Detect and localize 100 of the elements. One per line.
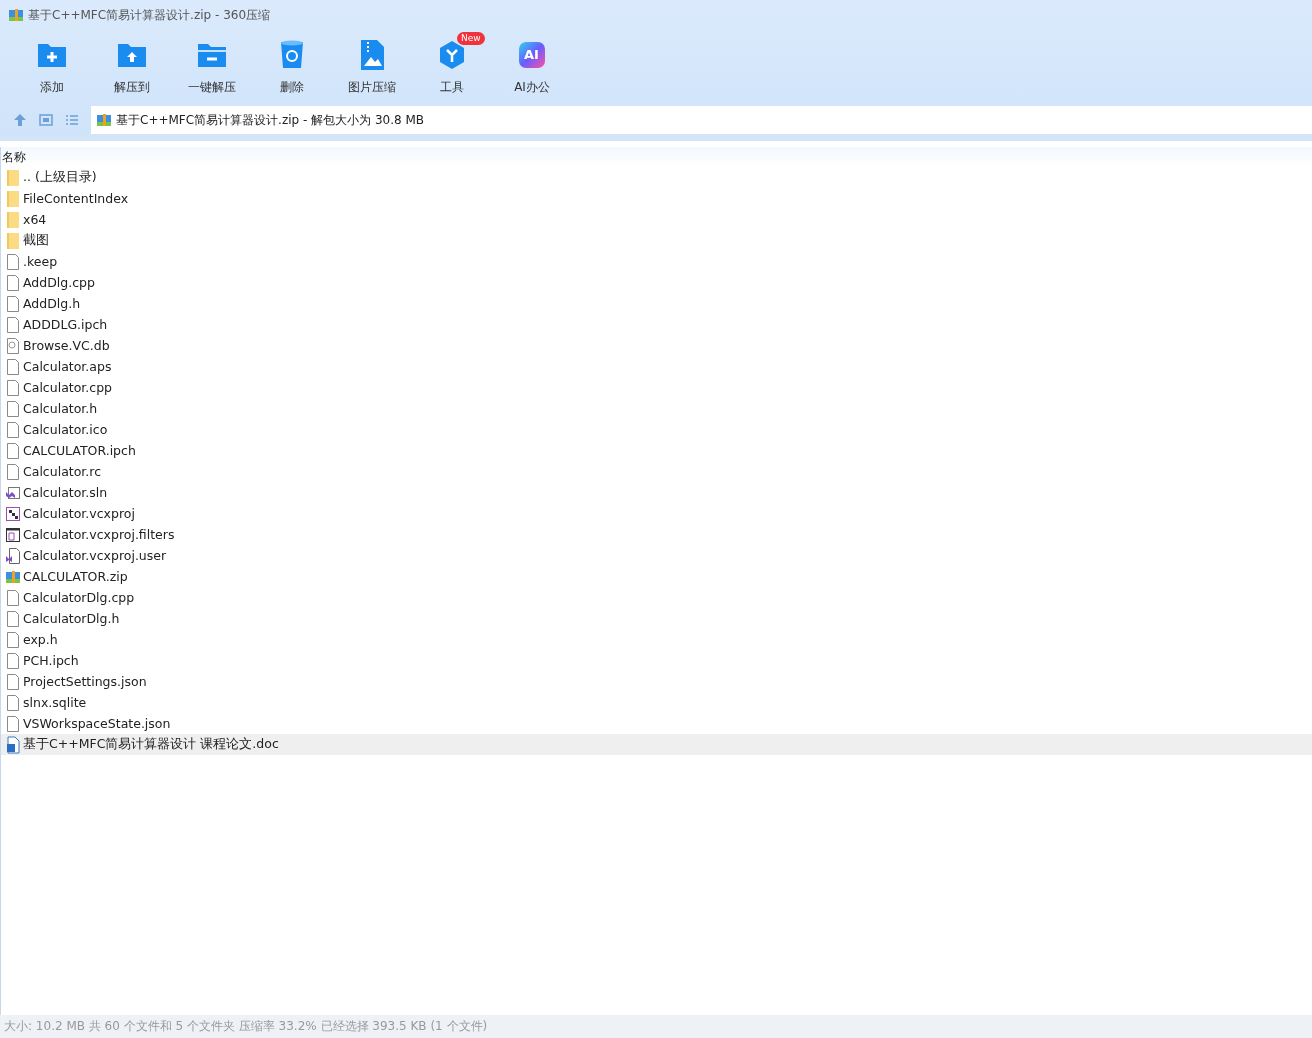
list-view-icon[interactable] — [65, 113, 79, 127]
file-name: Calculator.h — [23, 401, 98, 416]
file-row[interactable]: Calculator.aps — [1, 356, 1312, 377]
file-icon — [5, 399, 21, 418]
file-name: Calculator.ico — [23, 422, 108, 437]
window-title: 基于C++MFC简易计算器设计.zip - 360压缩 — [28, 6, 271, 24]
file-name: Calculator.vcxproj.user — [23, 548, 167, 563]
ai-app-icon — [516, 39, 548, 71]
file-name: CalculatorDlg.cpp — [23, 590, 135, 605]
up-arrow-icon[interactable] — [13, 113, 27, 127]
file-name: Calculator.aps — [23, 359, 112, 374]
file-name: Calculator.vcxproj.filters — [23, 527, 175, 542]
toolbar-button[interactable]: AI AI办公 — [492, 30, 572, 105]
file-row[interactable]: AddDlg.cpp — [1, 272, 1312, 293]
file-name: CALCULATOR.ipch — [23, 443, 136, 458]
file-icon — [5, 672, 21, 691]
file-row[interactable]: VSWorkspaceState.json — [1, 713, 1312, 734]
file-icon — [5, 378, 21, 397]
file-name: slnx.sqlite — [23, 695, 87, 710]
address-field[interactable]: 基于C++MFC简易计算器设计.zip - 解包大小为 30.8 MB — [91, 106, 1312, 134]
toolbar-button[interactable]: New 工具 — [412, 30, 492, 105]
icon-letters: AI — [524, 47, 539, 63]
file-row[interactable]: Calculator.rc — [1, 461, 1312, 482]
file-row[interactable]: 截图 — [1, 230, 1312, 251]
file-row[interactable]: Calculator.ico — [1, 419, 1312, 440]
file-row[interactable]: ADDDLG.ipch — [1, 314, 1312, 335]
file-row[interactable]: exp.h — [1, 629, 1312, 650]
file-icon — [5, 441, 21, 460]
file-row[interactable]: .keep — [1, 251, 1312, 272]
file-name: Calculator.cpp — [23, 380, 113, 395]
archive-icon — [8, 7, 24, 23]
file-name: x64 — [23, 212, 47, 227]
folder-icon — [5, 189, 21, 208]
file-name: 基于C++MFC简易计算器设计 课程论文.doc — [23, 736, 279, 753]
file-name: Browse.VC.db — [23, 338, 110, 353]
file-icon — [5, 315, 21, 334]
file-row[interactable]: FileContentIndex — [1, 188, 1312, 209]
file-row[interactable]: CALCULATOR.ipch — [1, 440, 1312, 461]
toolbar-button[interactable]: 删除 — [252, 30, 332, 105]
file-row[interactable]: Calculator.vcxproj — [1, 503, 1312, 524]
file-row[interactable]: .. (上级目录) — [1, 167, 1312, 188]
toolbar-button[interactable]: 添加 — [12, 30, 92, 105]
file-icon — [5, 630, 21, 649]
file-name: AddDlg.h — [23, 296, 81, 311]
file-icon — [5, 588, 21, 607]
file-icon — [5, 693, 21, 712]
file-row[interactable]: PCH.ipch — [1, 650, 1312, 671]
file-name: ProjectSettings.json — [23, 674, 147, 689]
file-row[interactable]: slnx.sqlite — [1, 692, 1312, 713]
file-name: ADDDLG.ipch — [23, 317, 108, 332]
file-row[interactable]: 基于C++MFC简易计算器设计 课程论文.doc — [1, 734, 1312, 755]
file-row[interactable]: CALCULATOR.zip — [1, 566, 1312, 587]
folder-icon — [5, 231, 21, 250]
status-bar: 大小: 10.2 MB 共 60 个文件和 5 个文件夹 压缩率 33.2% 已经选择 393.5 KB (1 个文件) — [0, 1015, 1312, 1038]
database-file-icon — [5, 336, 21, 355]
file-name: VSWorkspaceState.json — [23, 716, 171, 731]
file-icon — [5, 252, 21, 271]
archive-icon — [96, 112, 112, 128]
file-name: .keep — [23, 254, 58, 269]
file-row[interactable]: Calculator.vcxproj.user — [1, 545, 1312, 566]
file-icon — [5, 420, 21, 439]
file-row[interactable]: Calculator.sln — [1, 482, 1312, 503]
file-name: AddDlg.cpp — [23, 275, 95, 290]
word-document-icon — [5, 735, 21, 754]
file-icon — [5, 714, 21, 733]
file-row[interactable]: Calculator.cpp — [1, 377, 1312, 398]
new-badge: New — [457, 32, 485, 45]
folder-icon — [5, 210, 21, 229]
file-name: 截图 — [23, 232, 49, 249]
file-icon — [5, 273, 21, 292]
file-row[interactable]: x64 — [1, 209, 1312, 230]
file-name: Calculator.vcxproj — [23, 506, 135, 521]
file-icon — [5, 609, 21, 628]
project-file-icon — [5, 504, 21, 523]
folder-icon — [5, 168, 21, 187]
file-row[interactable]: Calculator.h — [1, 398, 1312, 419]
file-row[interactable]: CalculatorDlg.cpp — [1, 587, 1312, 608]
file-name: .. (上级目录) — [23, 169, 97, 186]
file-name: CalculatorDlg.h — [23, 611, 120, 626]
toolbar-button[interactable]: 图片压缩 — [332, 30, 412, 105]
file-row[interactable]: CalculatorDlg.h — [1, 608, 1312, 629]
file-row[interactable]: AddDlg.h — [1, 293, 1312, 314]
file-icon — [5, 651, 21, 670]
file-row[interactable]: Calculator.vcxproj.filters — [1, 524, 1312, 545]
thumbnail-view-icon[interactable] — [39, 113, 53, 127]
file-name: Calculator.rc — [23, 464, 102, 479]
file-name: PCH.ipch — [23, 653, 79, 668]
toolbar-button[interactable]: 解压到 — [92, 30, 172, 105]
filters-file-icon — [5, 525, 21, 544]
column-header[interactable]: 名称 — [1, 148, 26, 166]
file-icon — [5, 294, 21, 313]
file-icon — [5, 357, 21, 376]
file-name: FileContentIndex — [23, 191, 129, 206]
file-name: CALCULATOR.zip — [23, 569, 128, 584]
file-icon — [5, 462, 21, 481]
file-row[interactable]: Browse.VC.db — [1, 335, 1312, 356]
toolbar-button[interactable]: 一键解压 — [172, 30, 252, 105]
file-name: exp.h — [23, 632, 58, 647]
file-row[interactable]: ProjectSettings.json — [1, 671, 1312, 692]
file-name: Calculator.sln — [23, 485, 108, 500]
